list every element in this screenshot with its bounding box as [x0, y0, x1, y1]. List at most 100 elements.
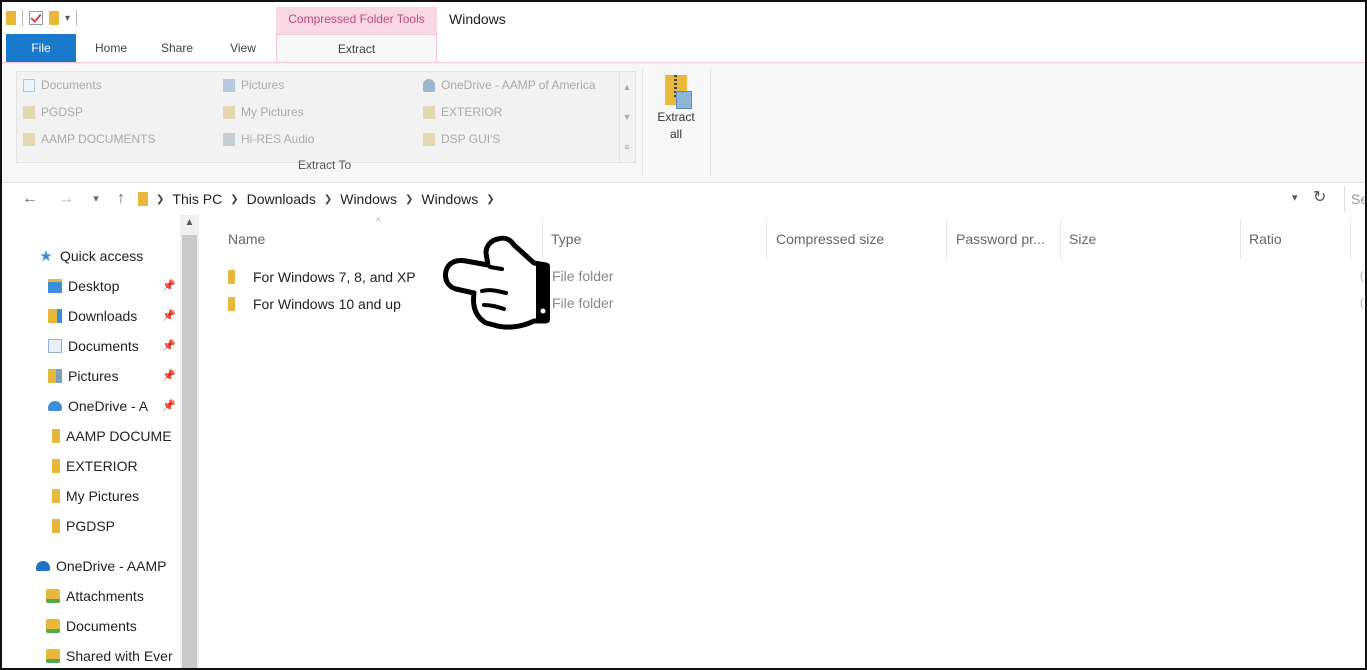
- pin-icon[interactable]: 📌: [162, 399, 176, 412]
- gallery-scroll: ▲ ▼ ≡: [619, 72, 634, 162]
- onedrive-icon: [48, 401, 62, 411]
- extract-to-label: My Pictures: [241, 105, 304, 119]
- pin-icon[interactable]: 📌: [162, 339, 176, 352]
- extract-to-label: AAMP DOCUMENTS: [41, 132, 156, 146]
- onedrive-icon: [423, 78, 435, 92]
- nav-item-documents[interactable]: Documents: [48, 334, 139, 358]
- extract-to-item[interactable]: AAMP DOCUMENTS: [23, 130, 155, 148]
- column-header-name[interactable]: Name: [228, 231, 265, 251]
- compressed-folder-tools-group: Compressed Folder Tools: [276, 7, 437, 34]
- breadcrumb-separator-icon[interactable]: ❯: [486, 194, 494, 205]
- column-header-size[interactable]: Size: [1069, 231, 1096, 251]
- extract-to-item[interactable]: Documents: [23, 76, 102, 94]
- properties-icon[interactable]: [29, 11, 43, 25]
- extract-to-item[interactable]: Hi-RES Audio: [223, 130, 314, 148]
- folder-icon: [423, 105, 435, 119]
- nav-item-downloads[interactable]: Downloads: [48, 304, 137, 328]
- nav-item-aamp-documents[interactable]: AAMP DOCUME: [52, 424, 172, 448]
- scroll-thumb[interactable]: [182, 235, 197, 668]
- nav-label: OneDrive - A: [68, 398, 149, 414]
- nav-item-attachments[interactable]: Attachments: [46, 584, 144, 608]
- folder-icon[interactable]: [6, 11, 16, 25]
- extract-to-item[interactable]: EXTERIOR: [423, 103, 502, 121]
- nav-item-pictures[interactable]: Pictures: [48, 364, 119, 388]
- scroll-up-icon[interactable]: ▲: [180, 217, 199, 228]
- up-arrow-icon[interactable]: ↑: [110, 187, 132, 211]
- breadcrumb-windows[interactable]: Windows: [340, 191, 397, 207]
- folder-icon: [228, 270, 235, 284]
- new-folder-icon[interactable]: [49, 11, 59, 25]
- nav-label: Desktop: [68, 278, 120, 294]
- nav-item-pgdsp[interactable]: PGDSP: [52, 514, 115, 538]
- column-divider[interactable]: [1240, 219, 1241, 259]
- breadcrumb[interactable]: ❯ This PC ❯ Downloads ❯ Windows ❯ Window…: [138, 188, 495, 210]
- extract-to-item[interactable]: PGDSP: [23, 103, 83, 121]
- navigation-pane: ★ Quick access Desktop 📌 Downloads 📌 Doc…: [2, 215, 199, 668]
- nav-label: Shared with Ever: [66, 648, 173, 664]
- column-divider[interactable]: [1060, 219, 1061, 259]
- file-row[interactable]: For Windows 10 and up: [228, 292, 401, 316]
- extract-all-label-line1: Extract: [657, 110, 695, 124]
- nav-item-desktop[interactable]: Desktop: [48, 274, 119, 298]
- customize-toolbar-dropdown-icon[interactable]: ▾: [65, 13, 70, 24]
- nav-onedrive-root[interactable]: OneDrive - AAMP: [36, 554, 166, 578]
- search-input[interactable]: Se: [1344, 186, 1365, 212]
- column-header-compressed-size[interactable]: Compressed size: [776, 231, 884, 251]
- nav-item-exterior[interactable]: EXTERIOR: [52, 454, 138, 478]
- nav-label: PGDSP: [66, 518, 116, 534]
- ribbon-divider: [642, 69, 643, 175]
- pin-icon[interactable]: 📌: [162, 369, 176, 382]
- nav-label: Pictures: [68, 368, 119, 384]
- breadcrumb-separator-icon[interactable]: ❯: [230, 194, 238, 205]
- scroll-up-icon[interactable]: ▲: [620, 72, 634, 102]
- scroll-down-icon[interactable]: ▼: [620, 102, 634, 132]
- breadcrumb-downloads[interactable]: Downloads: [247, 191, 316, 207]
- folder-icon: [52, 519, 60, 533]
- nav-item-onedrive[interactable]: OneDrive - A: [48, 394, 148, 418]
- pointing-hand-icon: [443, 235, 550, 330]
- forward-arrow-icon[interactable]: →: [54, 187, 78, 211]
- pin-icon[interactable]: 📌: [162, 279, 176, 292]
- tab-extract[interactable]: Extract: [276, 34, 437, 62]
- nav-item-onedrive-documents[interactable]: Documents: [46, 614, 137, 638]
- tab-file[interactable]: File: [6, 34, 76, 62]
- nav-item-my-pictures[interactable]: My Pictures: [52, 484, 139, 508]
- recent-locations-chevron-icon[interactable]: ▾: [88, 187, 104, 211]
- extract-to-item[interactable]: My Pictures: [223, 103, 304, 121]
- column-header-password[interactable]: Password pr...: [956, 231, 1045, 251]
- column-divider[interactable]: [946, 219, 947, 259]
- gallery-more-icon[interactable]: ≡: [620, 132, 634, 162]
- column-header-ratio[interactable]: Ratio: [1249, 231, 1282, 251]
- extract-to-item[interactable]: Pictures: [223, 76, 284, 94]
- breadcrumb-separator-icon[interactable]: ❯: [405, 194, 413, 205]
- nav-scrollbar[interactable]: ▲: [180, 215, 199, 668]
- extract-to-item[interactable]: OneDrive - AAMP of America: [423, 76, 596, 94]
- extract-to-item[interactable]: DSP GUI'S: [423, 130, 500, 148]
- folder-icon: [52, 429, 60, 443]
- breadcrumb-this-pc[interactable]: This PC: [172, 191, 222, 207]
- column-header-type[interactable]: Type: [551, 231, 581, 251]
- extract-all-button[interactable]: Extract all: [648, 69, 704, 161]
- pin-icon[interactable]: 📌: [162, 309, 176, 322]
- nav-label: Attachments: [66, 588, 144, 604]
- ribbon-divider: [710, 69, 711, 175]
- tab-share[interactable]: Share: [148, 34, 206, 62]
- file-list: ^ Name Type Compressed size Password pr.…: [200, 215, 1365, 668]
- nav-quick-access[interactable]: ★ Quick access: [38, 244, 143, 268]
- column-divider[interactable]: [766, 219, 767, 259]
- nav-item-shared[interactable]: Shared with Ever: [46, 644, 173, 668]
- folder-icon: [228, 297, 235, 311]
- breadcrumb-windows-inner[interactable]: Windows: [421, 191, 478, 207]
- address-history-dropdown-icon[interactable]: ▾: [1292, 191, 1298, 204]
- back-arrow-icon[interactable]: ←: [16, 187, 44, 211]
- breadcrumb-separator-icon[interactable]: ❯: [156, 194, 164, 205]
- synced-folder-icon: [46, 589, 60, 603]
- documents-icon: [23, 78, 35, 92]
- tab-home[interactable]: Home: [82, 34, 140, 62]
- file-row[interactable]: For Windows 7, 8, and XP: [228, 265, 416, 289]
- refresh-icon[interactable]: ↻: [1313, 187, 1326, 207]
- music-folder-icon: [223, 132, 235, 146]
- breadcrumb-separator-icon[interactable]: ❯: [324, 194, 332, 205]
- column-divider[interactable]: [1350, 219, 1351, 259]
- tab-view[interactable]: View: [214, 34, 272, 62]
